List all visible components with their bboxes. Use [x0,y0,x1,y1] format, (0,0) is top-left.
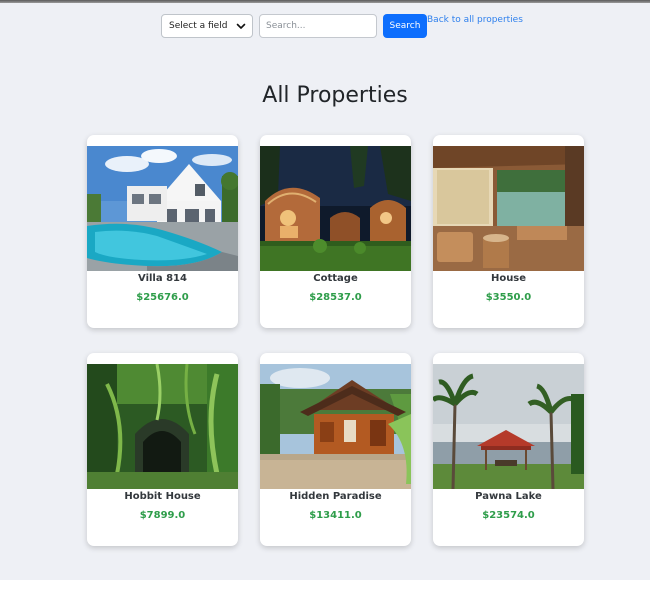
property-card[interactable]: Hobbit House $7899.0 [87,353,238,546]
villa-with-pool-photo [87,146,238,271]
field-select[interactable]: Select a field [161,14,253,38]
field-select-label: Select a field [169,21,228,31]
property-name: Cottage [313,273,358,284]
property-name: House [490,273,527,284]
property-grid: Villa 814 $25676.0 Cottage $28537.0 Hous… [87,135,584,546]
property-price: $28537.0 [309,292,362,303]
property-card[interactable]: Pawna Lake $23574.0 [433,353,584,546]
green-garden-tunnel-photo [87,364,238,489]
property-price: $7899.0 [139,510,186,521]
property-name: Villa 814 [138,273,187,284]
property-price: $25676.0 [136,292,189,303]
property-card[interactable]: House $3550.0 [433,135,584,328]
chevron-down-icon [236,23,246,29]
search-button[interactable]: Search [383,14,427,38]
property-price: $23574.0 [482,510,535,521]
property-name: Hobbit House [124,491,201,502]
property-price: $3550.0 [485,292,532,303]
cottage-at-night-photo [260,146,411,271]
property-name: Hidden Paradise [289,491,382,502]
property-name: Pawna Lake [475,491,542,502]
lakeside-gazebo-photo [433,364,584,489]
page-title: All Properties [262,83,408,108]
property-card[interactable]: Cottage $28537.0 [260,135,411,328]
property-card[interactable]: Hidden Paradise $13411.0 [260,353,411,546]
wooden-veranda-lake-photo [433,146,584,271]
tiled-roof-hut-photo [260,364,411,489]
property-card[interactable]: Villa 814 $25676.0 [87,135,238,328]
back-to-all-properties-link[interactable]: Back to all properties [427,15,523,25]
page: Select a field Search Back to all proper… [0,3,650,580]
property-price: $13411.0 [309,510,362,521]
search-input[interactable] [259,14,377,38]
search-bar: Select a field Search Back to all proper… [161,14,523,38]
